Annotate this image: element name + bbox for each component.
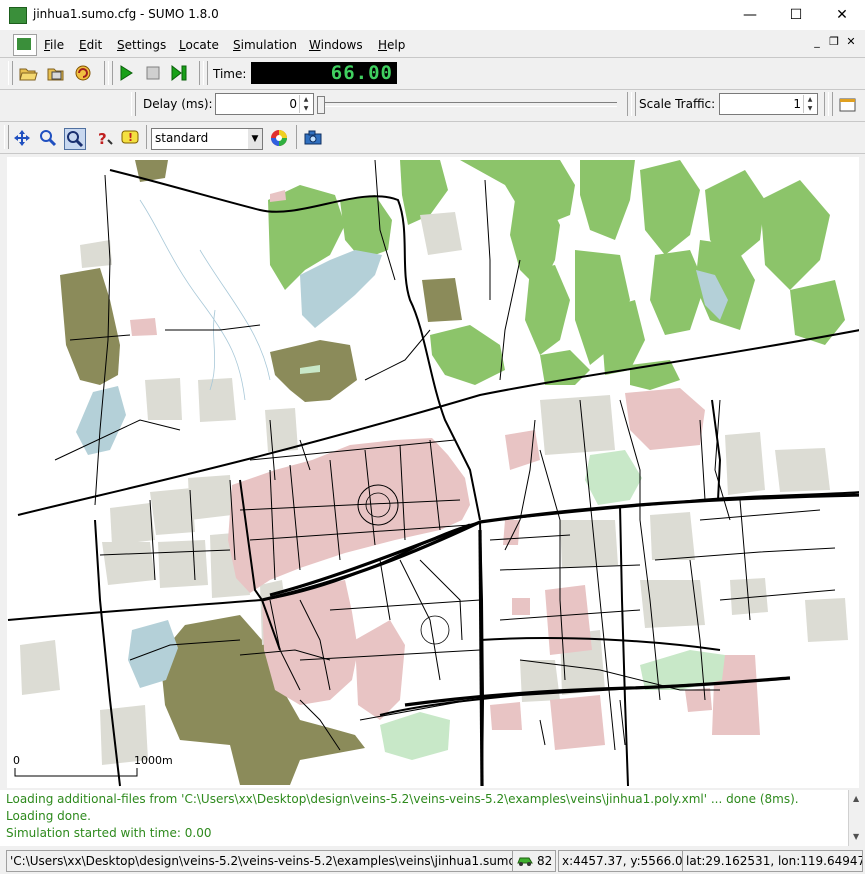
status-bar: 'C:\Users\xx\Desktop\design\veins-5.2\ve… [0, 846, 865, 874]
menu-file[interactable]: File [44, 38, 64, 52]
recenter-view-icon[interactable] [12, 128, 32, 148]
scroll-down-icon[interactable]: ▼ [853, 832, 859, 841]
toolbar-grip[interactable] [8, 61, 13, 85]
toolbar-separator [199, 61, 200, 85]
toolbar-divider [0, 121, 865, 122]
toolbar-divider [0, 153, 865, 154]
sumo-app-icon [9, 7, 27, 24]
reload-icon[interactable] [73, 63, 93, 83]
menu-edit-label: Edit [79, 38, 103, 52]
toolbar-grip[interactable] [631, 92, 636, 116]
mdi-close-button[interactable]: ✕ [843, 35, 859, 49]
tooltip-icon[interactable]: ! [120, 128, 140, 148]
menu-edit[interactable]: Edit [79, 38, 102, 52]
scroll-up-icon[interactable]: ▲ [853, 794, 859, 803]
menu-simulation[interactable]: Simulation [233, 38, 297, 52]
toolbar-divider [0, 57, 865, 58]
menu-simulation-label: Simulation [233, 38, 297, 52]
time-display: 66.00 [251, 62, 397, 84]
window-title: jinhua1.sumo.cfg - SUMO 1.8.0 [33, 7, 219, 21]
roundabout-south [420, 615, 450, 645]
screenshot-camera-icon[interactable] [303, 128, 323, 148]
vehicle-count: 82 [537, 854, 553, 868]
stop-icon[interactable] [143, 63, 163, 83]
color-wheel-icon[interactable] [269, 128, 289, 148]
title-bar[interactable]: jinhua1.sumo.cfg - SUMO 1.8.0 — ☐ ✕ [0, 0, 865, 30]
toolbar-separator [146, 125, 147, 149]
time-label: Time: [213, 67, 247, 81]
menu-locate-label: Locate [179, 38, 219, 52]
message-window[interactable]: Loading additional-files from 'C:\Users\… [0, 790, 865, 846]
spinner-arrows-icon[interactable]: ▲ ▼ [803, 95, 816, 113]
time-value: 66.00 [330, 62, 393, 84]
delay-value: 0 [289, 97, 297, 111]
delay-slider-track[interactable] [321, 102, 617, 107]
status-latlon: lat:29.162531, lon:119.649475 [682, 850, 863, 872]
svg-text:?: ? [98, 130, 107, 148]
close-button[interactable]: ✕ [819, 0, 865, 30]
menu-bar: File Edit Settings Locate Simulation Win… [0, 30, 865, 57]
delay-spinner[interactable]: 0 ▲ ▼ [215, 93, 314, 115]
scale-traffic-value: 1 [793, 97, 801, 111]
menu-settings[interactable]: Settings [117, 38, 166, 52]
delay-slider-handle[interactable] [317, 96, 325, 114]
new-window-icon[interactable] [838, 95, 858, 115]
step-icon[interactable] [169, 63, 189, 83]
map-right-border [859, 157, 865, 788]
toolbar-grip[interactable] [828, 92, 833, 116]
message-line: Loading done. [6, 809, 91, 823]
toolbar-separator [824, 92, 825, 116]
color-scheme-select[interactable]: standard ▼ [151, 128, 263, 150]
color-scheme-value: standard [155, 131, 209, 145]
menu-windows-label: Windows [309, 38, 363, 52]
svg-text:!: ! [128, 131, 133, 144]
vehicle-count-field: 82 [512, 850, 556, 872]
menu-windows[interactable]: Windows [309, 38, 363, 52]
menu-settings-label: Settings [117, 38, 167, 52]
menu-file-label: File [44, 38, 65, 52]
menu-help-label: Help [378, 38, 406, 52]
menu-help[interactable]: Help [378, 38, 405, 52]
waterways [139, 199, 271, 401]
open-folder-icon[interactable] [18, 63, 38, 83]
message-scrollbar[interactable]: ▲ ▼ [848, 790, 865, 846]
mdi-restore-button[interactable]: ❐ [826, 35, 842, 49]
toolbar-grip[interactable] [4, 125, 9, 149]
locate-help-icon[interactable]: ? [94, 128, 114, 148]
toolbar-grip[interactable] [108, 61, 113, 85]
chevron-down-icon[interactable]: ▼ [248, 129, 262, 149]
network-map-view[interactable]: 0 1000m [7, 157, 859, 788]
status-config-path: 'C:\Users\xx\Desktop\design\veins-5.2\ve… [6, 850, 514, 872]
play-icon[interactable] [116, 63, 136, 83]
scale-traffic-label: Scale Traffic: [639, 97, 716, 111]
scale-bar-end: 1000m [134, 754, 173, 767]
toolbar-grip[interactable] [131, 92, 136, 116]
message-line: Simulation started with time: 0.00 [6, 826, 212, 840]
toolbar-separator [296, 125, 297, 149]
delay-label: Delay (ms): [143, 97, 213, 111]
maximize-button[interactable]: ☐ [773, 0, 819, 30]
map-left-border [0, 157, 7, 788]
mdi-child-icon[interactable] [13, 34, 37, 56]
message-line: Loading additional-files from 'C:\Users\… [6, 792, 799, 806]
locate-vehicle-icon[interactable] [64, 128, 86, 150]
sumo-doc-icon [17, 38, 31, 50]
toolbar-separator [104, 61, 105, 85]
toolbar-separator [627, 92, 628, 116]
scale-traffic-spinner[interactable]: 1 ▲ ▼ [719, 93, 818, 115]
open-network-icon[interactable] [46, 63, 66, 83]
minimize-button[interactable]: — [727, 0, 773, 30]
toolbar-grip[interactable] [203, 61, 208, 85]
network-map[interactable]: 0 1000m [7, 157, 859, 788]
scale-bar: 0 1000m [13, 754, 173, 777]
scale-bar-start: 0 [13, 754, 20, 767]
spinner-arrows-icon[interactable]: ▲ ▼ [299, 95, 312, 113]
zoom-icon[interactable] [38, 128, 58, 148]
mdi-minimize-button[interactable]: _ [809, 35, 825, 49]
status-xy-coords: x:4457.37, y:5566.06 [558, 850, 683, 872]
car-icon [517, 857, 533, 866]
toolbar-divider [0, 89, 865, 90]
menu-locate[interactable]: Locate [179, 38, 219, 52]
